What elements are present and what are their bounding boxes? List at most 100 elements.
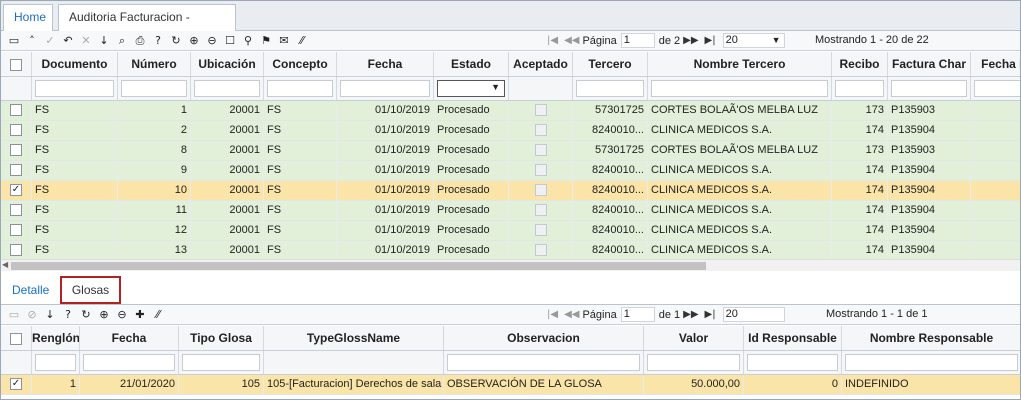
cancel-icon[interactable]: ✕ (77, 33, 95, 49)
filter-input[interactable] (974, 80, 1020, 97)
row-checkbox-cell[interactable]: ✓ (1, 181, 32, 200)
table-row[interactable]: ✓ FS 10 20001 FS 01/10/2019 Procesado 8240010..… (1, 181, 1020, 201)
table-row[interactable]: FS 2 20001 FS 01/10/2019 Procesado 8240010... C… (1, 121, 1020, 141)
horizontal-scrollbar[interactable]: ◀ (1, 259, 1020, 271)
select-all-checkbox[interactable] (10, 332, 22, 345)
row-checkbox-cell[interactable] (1, 101, 32, 120)
row-checkbox[interactable] (10, 164, 22, 177)
next-page-icon[interactable]: ▶▶ (683, 309, 698, 320)
prev-page-icon[interactable]: ◀◀ (564, 309, 579, 320)
table-row[interactable]: FS 8 20001 FS 01/10/2019 Procesado 57301725 COR… (1, 141, 1020, 161)
filter-input[interactable] (651, 80, 828, 97)
tab-home-label: Home (14, 10, 47, 24)
column-header: Tercero (573, 52, 648, 76)
cell-nombre: CLINICA MEDICOS S.A. (648, 221, 832, 240)
undo-icon[interactable]: ↶ (59, 33, 77, 49)
next-page-icon[interactable]: ▶▶ (683, 35, 698, 46)
search-icon[interactable]: ⌕ (113, 33, 131, 49)
row-checkbox-cell[interactable] (1, 121, 32, 140)
first-page-icon[interactable]: |◀ (547, 309, 558, 320)
filter-input[interactable] (194, 80, 260, 97)
page-size-select[interactable]: 20 ▼ (722, 33, 785, 48)
filter-input[interactable] (845, 354, 1018, 371)
row-checkbox[interactable] (10, 224, 22, 237)
row-checkbox[interactable]: ✓ (10, 184, 22, 197)
zoom-in-icon[interactable]: ⊕ (185, 33, 203, 49)
row-checkbox[interactable] (10, 124, 22, 137)
filter-input[interactable] (121, 80, 187, 97)
filter-input[interactable] (35, 354, 76, 371)
filter-input[interactable] (747, 354, 838, 371)
zoom-out-icon[interactable]: ⊖ (203, 33, 221, 49)
pin-icon[interactable]: ⚑ (257, 33, 275, 49)
row-checkbox[interactable] (10, 104, 22, 117)
select-all-checkbox[interactable] (10, 58, 22, 71)
row-checkbox[interactable]: ✓ (10, 378, 22, 391)
first-page-icon[interactable]: |◀ (547, 35, 558, 46)
filter-input[interactable] (35, 80, 114, 97)
estado-filter-select[interactable]: ▼ (437, 80, 505, 97)
comment-icon[interactable]: ☐ (221, 33, 239, 49)
filter-input[interactable] (447, 354, 640, 371)
select-all-header[interactable] (1, 52, 32, 76)
table-row[interactable]: FS 12 20001 FS 01/10/2019 Procesado 8240010...… (1, 221, 1020, 241)
filter-cell (888, 77, 971, 100)
row-checkbox-cell[interactable]: ✓ (1, 375, 32, 394)
tab-detalle[interactable]: Detalle (12, 283, 49, 297)
help-icon[interactable]: ? (59, 307, 77, 323)
last-page-icon[interactable]: ▶| (705, 309, 716, 320)
filter-input[interactable] (267, 80, 333, 97)
select-all-header[interactable] (1, 326, 32, 350)
table-row[interactable]: ✓ 1 21/01/2020 105 105-[Facturacion] Derecho… (1, 375, 1020, 395)
filter-input[interactable] (340, 80, 430, 97)
filter-input[interactable] (83, 354, 175, 371)
row-checkbox-cell[interactable] (1, 221, 32, 240)
disable-icon[interactable]: ⊘ (23, 307, 41, 323)
download-icon[interactable]: ↓ (41, 307, 59, 323)
filter-input[interactable] (576, 80, 644, 97)
zoom-in-icon[interactable]: ⊕ (95, 307, 113, 323)
filter-input[interactable] (835, 80, 884, 97)
resize-icon[interactable]: ⁄⁄ (149, 307, 167, 323)
last-page-icon[interactable]: ▶| (705, 35, 716, 46)
filter-input[interactable] (891, 80, 967, 97)
check-icon[interactable]: ✓ (41, 33, 59, 49)
user-icon[interactable]: ⚲ (239, 33, 257, 49)
filter-input[interactable] (647, 354, 740, 371)
refresh-icon[interactable]: ↻ (77, 307, 95, 323)
table-row[interactable]: FS 1 20001 FS 01/10/2019 Procesado 57301725 COR… (1, 101, 1020, 121)
download-icon[interactable]: ↓ (95, 33, 113, 49)
row-checkbox[interactable] (10, 244, 22, 257)
mail-icon[interactable]: ✉ (275, 33, 293, 49)
prev-page-icon[interactable]: ◀◀ (564, 35, 579, 46)
page-input[interactable]: 1 (620, 307, 655, 322)
print-icon[interactable]: ⎙ (131, 33, 149, 49)
add-icon[interactable]: ✚ (131, 307, 149, 323)
row-checkbox-cell[interactable] (1, 241, 32, 260)
cell-factura: P135903 (888, 101, 971, 120)
refresh-icon[interactable]: ↻ (167, 33, 185, 49)
scrollbar-thumb[interactable] (11, 262, 706, 270)
tab-home[interactable]: Home (3, 4, 53, 31)
zoom-out-icon[interactable]: ⊖ (113, 307, 131, 323)
scroll-left-icon[interactable]: ◀ (2, 260, 8, 269)
filter-input[interactable] (182, 354, 260, 371)
tab-glosas[interactable]: Glosas (60, 276, 121, 304)
tab-auditoria[interactable]: Auditoria Facturacion -[eauf]× (58, 4, 236, 49)
page-size-select[interactable]: 20 (722, 307, 785, 322)
new-icon[interactable]: ▭ (5, 33, 23, 49)
row-checkbox-cell[interactable] (1, 201, 32, 220)
row-checkbox[interactable] (10, 204, 22, 217)
resize-icon[interactable]: ⁄⁄ (293, 33, 311, 49)
help-icon[interactable]: ? (149, 33, 167, 49)
row-checkbox-cell[interactable] (1, 161, 32, 180)
save-icon[interactable]: ▭ (5, 307, 23, 323)
row-checkbox-cell[interactable] (1, 141, 32, 160)
collapse-icon[interactable]: ˄ (23, 33, 41, 49)
table-row[interactable]: FS 9 20001 FS 01/10/2019 Procesado 8240010... C… (1, 161, 1020, 181)
row-checkbox[interactable] (10, 144, 22, 157)
table-row[interactable]: FS 11 20001 FS 01/10/2019 Procesado 8240010...… (1, 201, 1020, 221)
page-input[interactable]: 1 (620, 33, 655, 48)
grid-filter-row (1, 351, 1020, 375)
table-row[interactable]: FS 13 20001 FS 01/10/2019 Procesado 8240010...… (1, 241, 1020, 261)
